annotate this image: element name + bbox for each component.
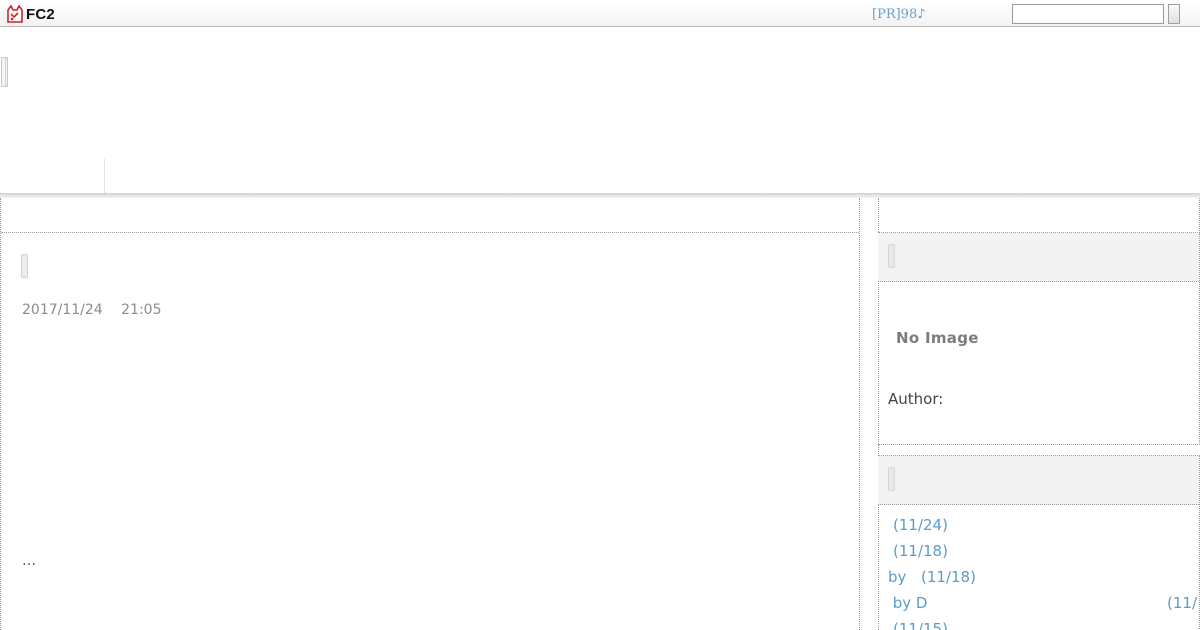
sidebar-top-band [878, 198, 1200, 233]
comment-date: (11/ [1167, 594, 1197, 612]
comment-text: by D [888, 594, 928, 612]
profile-plugin: No Image Author: [878, 233, 1200, 445]
main-top-band [1, 198, 859, 233]
nav-divider [104, 159, 105, 195]
comment-date: (11/18) [921, 568, 976, 586]
profile-plugin-title-mark [888, 244, 895, 268]
fc2-logo-link[interactable]: FC2 [6, 4, 55, 24]
comment-date: (11/24) [893, 516, 948, 534]
recent-comments-plugin: (11/24) (11/18) by (11/18) by D (11/ (11… [878, 455, 1200, 630]
comment-date: (11/15) [893, 620, 948, 630]
recent-comments-header [878, 456, 1199, 505]
comment-text: by [888, 568, 912, 586]
search-button[interactable] [1168, 4, 1180, 24]
comment-item[interactable]: (11/24) [878, 516, 1200, 542]
comment-item[interactable]: (11/15) [878, 620, 1200, 630]
blog-header [0, 27, 1200, 195]
comment-date: (11/18) [893, 542, 948, 560]
recent-comments-title-mark [888, 467, 895, 491]
entry-date: 2017/11/24 21:05 [22, 302, 162, 318]
profile-no-image: No Image [896, 329, 979, 347]
recent-comments-list: (11/24) (11/18) by (11/18) by D (11/ (11… [878, 516, 1200, 630]
blog-title-mark[interactable] [1, 57, 8, 87]
fc2-fox-icon [7, 5, 23, 23]
profile-plugin-header [878, 233, 1199, 282]
fc2-logo-text: FC2 [26, 5, 55, 23]
read-more-link[interactable]: … [22, 553, 36, 569]
main-column: 2017/11/24 21:05 … [0, 198, 860, 630]
search-input[interactable] [1012, 4, 1164, 24]
entry-title-mark[interactable] [21, 254, 28, 278]
sidebar: No Image Author: (11/24) (11/18) by (11/… [878, 198, 1200, 630]
comment-item[interactable]: by (11/18) [878, 568, 1200, 594]
comment-item[interactable]: by D (11/ [878, 594, 1200, 620]
fc2-top-bar: FC2 [PR]98♪ [0, 0, 1200, 27]
pr-ad-link[interactable]: [PR]98♪ [872, 7, 926, 23]
comment-item[interactable]: (11/18) [878, 542, 1200, 568]
profile-author-label: Author: [888, 390, 944, 408]
